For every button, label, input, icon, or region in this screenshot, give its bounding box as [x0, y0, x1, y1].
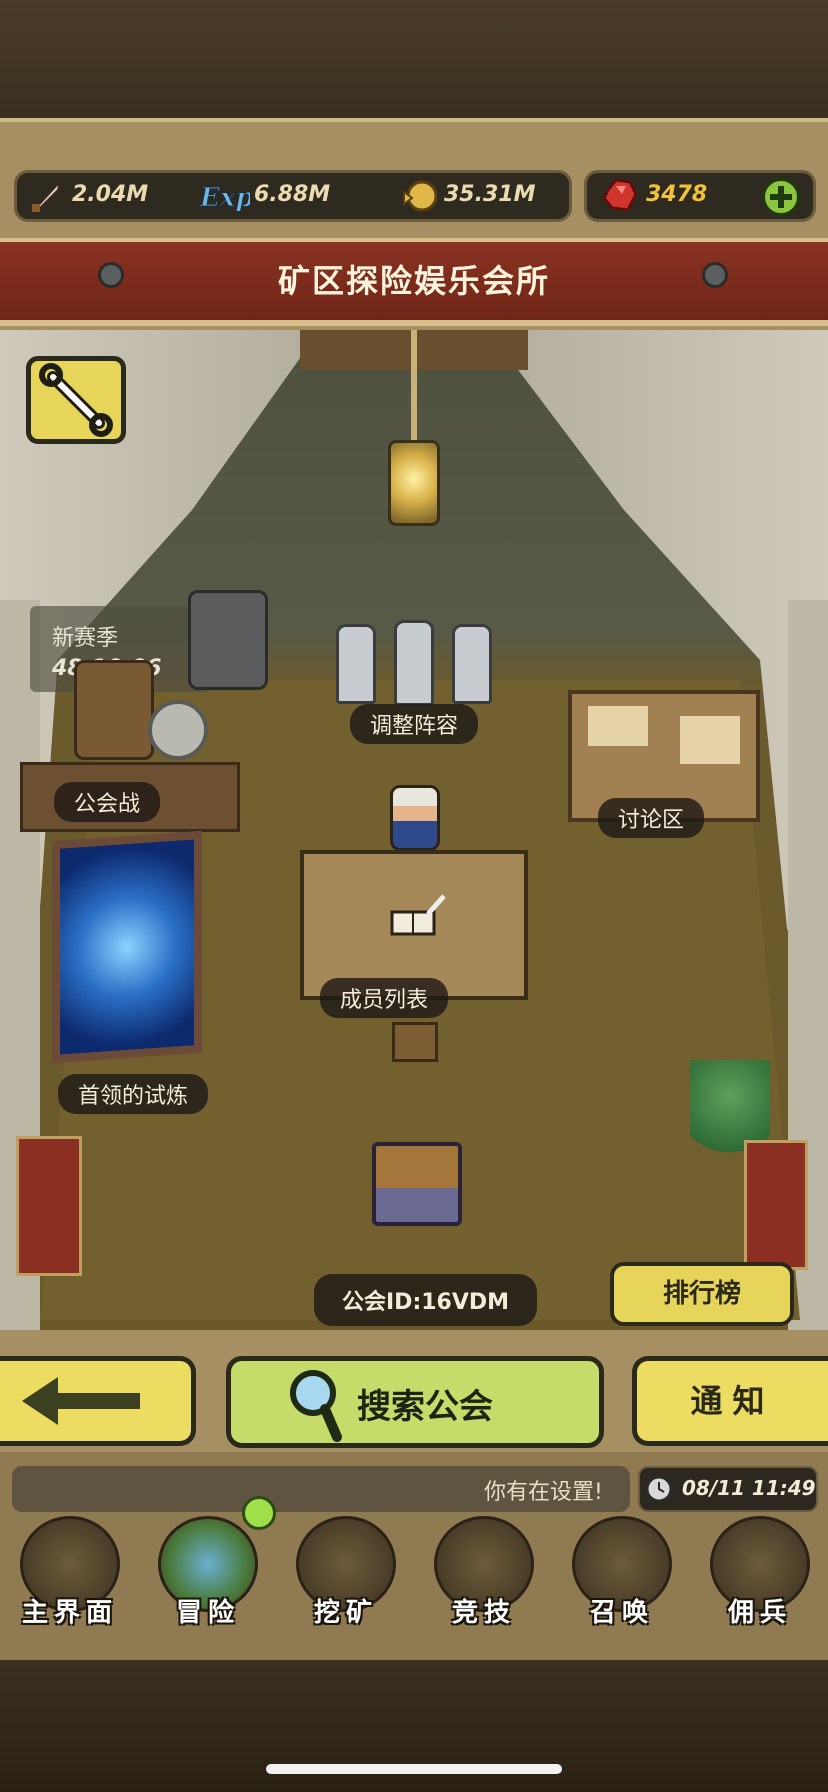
search-guild-button[interactable]: 搜索公会: [226, 1356, 604, 1448]
ranking-button[interactable]: 排行榜: [610, 1262, 794, 1326]
nav-adventure[interactable]: 冒险: [144, 1516, 272, 1634]
gold-value: 35.31M: [444, 182, 536, 207]
wrench-icon: [39, 363, 113, 437]
guild-id-label: 公会ID:16VDM: [314, 1274, 538, 1326]
nav-home-label: 主界面: [21, 1598, 118, 1628]
shield-icon: [148, 700, 208, 760]
guild-war-label[interactable]: 公会战: [54, 782, 161, 822]
ruby-icon: [602, 178, 638, 212]
nav-summon-label: 召唤: [589, 1598, 654, 1628]
arrow-left-icon: [22, 1377, 140, 1425]
status-message: 你有在设置!: [484, 1480, 603, 1505]
nav-home[interactable]: 主界面: [6, 1516, 134, 1634]
boss-trial-portal[interactable]: [52, 830, 202, 1064]
attack-value: 2.04M: [72, 182, 149, 207]
exp-value: 6.88M: [254, 182, 331, 207]
note-paper: [680, 716, 740, 764]
background-top: [0, 0, 828, 120]
nav-arena[interactable]: 竞技: [420, 1516, 548, 1634]
page-title: 矿区探险娱乐会所: [277, 262, 550, 300]
stool: [392, 1022, 438, 1062]
adjust-lineup-label[interactable]: 调整阵容: [350, 704, 479, 744]
search-guild-label: 搜索公会: [357, 1387, 493, 1427]
note-paper: [588, 706, 648, 746]
nav-arena-label: 竞技: [451, 1598, 516, 1628]
discussion-label[interactable]: 讨论区: [598, 798, 705, 838]
datetime: 08/11 11:49: [682, 1476, 816, 1500]
gem-value: 3478: [646, 182, 708, 207]
nav-adventure-label: 冒险: [175, 1598, 240, 1628]
book-quill-icon: [390, 894, 446, 936]
clock-icon: [645, 1475, 673, 1503]
settings-button[interactable]: [26, 356, 126, 444]
exp-icon: Exp: [199, 183, 251, 214]
nav-mercenary[interactable]: 佣兵: [696, 1516, 824, 1634]
nav-summon[interactable]: 召唤: [558, 1516, 686, 1634]
armor-stand: [188, 590, 268, 690]
nav-mercenary-label: 佣兵: [727, 1598, 792, 1628]
plus-icon: [770, 186, 792, 208]
notice-button[interactable]: 通知: [632, 1356, 828, 1446]
knight-figure: [452, 624, 492, 704]
barrel: [74, 660, 154, 760]
member-list-label[interactable]: 成员列表: [320, 978, 449, 1018]
back-button[interactable]: [0, 1356, 196, 1446]
nav-mining-label: 挖矿: [313, 1598, 378, 1628]
knight-figure: [336, 624, 376, 704]
rope: [411, 330, 417, 440]
notification-dot: [242, 1496, 276, 1530]
knight-figure: [394, 620, 434, 706]
banner-flag-right: [744, 1140, 808, 1270]
banner-flag-left: [16, 1136, 82, 1276]
season-label: 新赛季: [52, 626, 119, 651]
gold-coin-icon: [403, 180, 438, 212]
magnifier-icon: [290, 1370, 342, 1442]
nav-mining[interactable]: 挖矿: [282, 1516, 410, 1634]
home-indicator[interactable]: [266, 1764, 562, 1774]
sword-icon: [31, 178, 62, 212]
treasure-chest[interactable]: [372, 1142, 462, 1226]
boss-trial-label[interactable]: 首领的试炼: [58, 1074, 209, 1114]
guild-master-npc[interactable]: [390, 785, 440, 851]
svg-text:Exp: Exp: [199, 183, 250, 213]
add-gems-button[interactable]: [762, 178, 800, 216]
lantern-icon: [388, 440, 440, 526]
